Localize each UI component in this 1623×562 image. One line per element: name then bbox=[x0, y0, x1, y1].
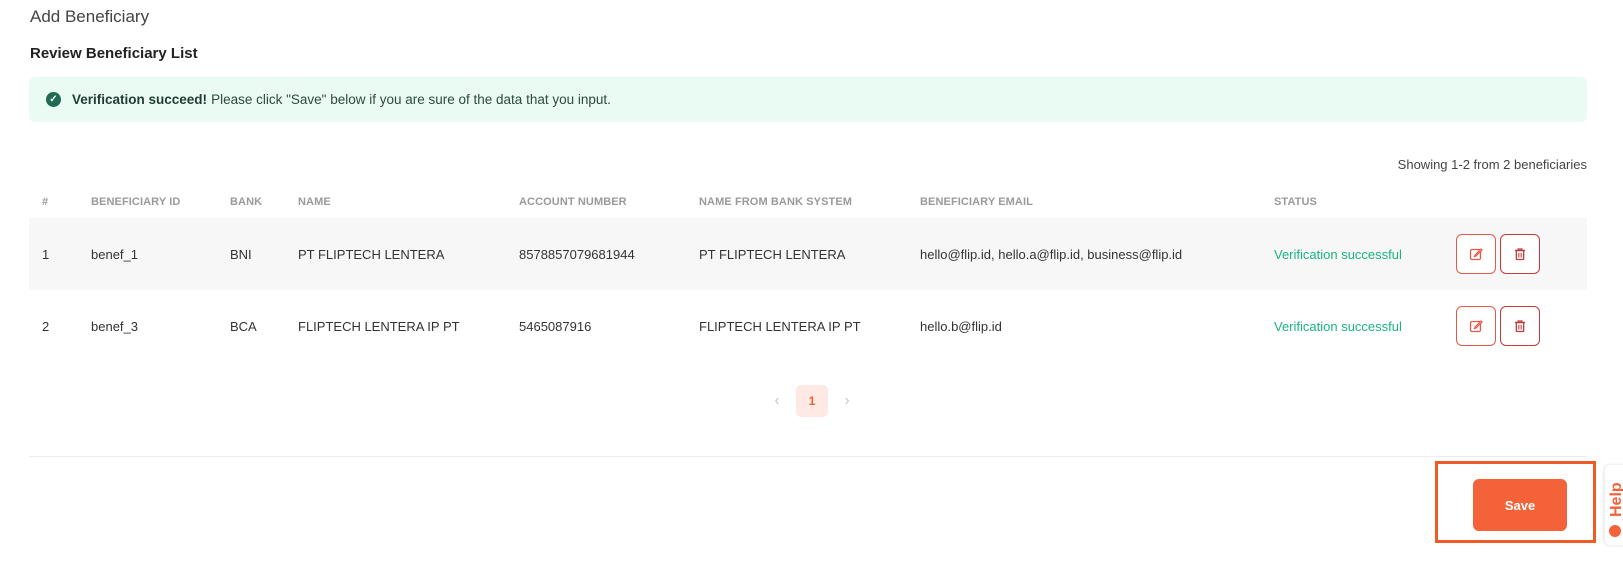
header-bank: BANK bbox=[230, 196, 263, 208]
table-row: 1 benef_1 BNI PT FLIPTECH LENTERA 857885… bbox=[29, 218, 1587, 290]
delete-button[interactable] bbox=[1500, 306, 1540, 346]
row-account-number: 8578857079681944 bbox=[519, 246, 635, 262]
section-title: Review Beneficiary List bbox=[30, 45, 198, 62]
row-name-from-bank: PT FLIPTECH LENTERA bbox=[699, 246, 846, 262]
header-account-number: ACCOUNT NUMBER bbox=[519, 196, 627, 208]
next-page-chevron-right-icon[interactable]: › bbox=[840, 392, 854, 410]
check-circle-icon: ✓ bbox=[46, 92, 61, 107]
prev-page-chevron-left-icon[interactable]: ‹ bbox=[770, 392, 784, 410]
row-email: hello.b@flip.id bbox=[920, 318, 1002, 334]
header-num: # bbox=[42, 196, 49, 208]
beneficiary-table: # BENEFICIARY ID BANK NAME ACCOUNT NUMBE… bbox=[29, 186, 1587, 362]
chat-icon bbox=[1609, 525, 1621, 537]
edit-icon bbox=[1469, 248, 1483, 261]
row-account-number: 5465087916 bbox=[519, 318, 592, 334]
row-name-from-bank: FLIPTECH LENTERA IP PT bbox=[699, 318, 861, 334]
row-status: Verification successful bbox=[1274, 246, 1402, 262]
row-bank: BNI bbox=[230, 246, 252, 262]
page-number-button[interactable]: 1 bbox=[796, 385, 828, 417]
alert-message: Please click "Save" below if you are sur… bbox=[211, 92, 611, 107]
table-header: # BENEFICIARY ID BANK NAME ACCOUNT NUMBE… bbox=[29, 186, 1587, 218]
row-name: FLIPTECH LENTERA IP PT bbox=[298, 318, 460, 334]
edit-icon bbox=[1469, 320, 1483, 333]
delete-button[interactable] bbox=[1500, 234, 1540, 274]
header-email: BENEFICIARY EMAIL bbox=[920, 196, 1033, 208]
row-beneficiary-id: benef_1 bbox=[91, 246, 138, 262]
pagination: ‹ 1 › bbox=[770, 385, 854, 417]
trash-icon bbox=[1515, 248, 1525, 261]
row-email: hello@flip.id, hello.a@flip.id, business… bbox=[920, 246, 1183, 262]
divider bbox=[29, 456, 1587, 457]
row-num: 1 bbox=[42, 246, 50, 262]
help-label: Help bbox=[1608, 482, 1623, 517]
verification-alert: ✓ Verification succeed! Please click "Sa… bbox=[29, 77, 1587, 122]
row-num: 2 bbox=[42, 318, 50, 334]
table-row: 2 benef_3 BCA FLIPTECH LENTERA IP PT 546… bbox=[29, 290, 1587, 362]
header-name: NAME bbox=[298, 196, 331, 208]
row-actions bbox=[1456, 306, 1587, 346]
save-button[interactable]: Save bbox=[1473, 479, 1567, 531]
row-status: Verification successful bbox=[1274, 318, 1402, 334]
header-status: STATUS bbox=[1274, 196, 1317, 208]
row-bank: BCA bbox=[230, 318, 257, 334]
header-name-from-bank: NAME FROM BANK SYSTEM bbox=[699, 196, 853, 208]
header-beneficiary-id: BENEFICIARY ID bbox=[91, 196, 181, 208]
edit-button[interactable] bbox=[1456, 306, 1496, 346]
alert-strong-text: Verification succeed! bbox=[72, 92, 208, 107]
page-title: Add Beneficiary bbox=[30, 7, 150, 26]
help-tab[interactable]: Help bbox=[1605, 465, 1623, 545]
row-beneficiary-id: benef_3 bbox=[91, 318, 138, 334]
showing-count: Showing 1-2 from 2 beneficiaries bbox=[1397, 157, 1587, 172]
trash-icon bbox=[1515, 320, 1525, 333]
row-name: PT FLIPTECH LENTERA bbox=[298, 246, 445, 262]
edit-button[interactable] bbox=[1456, 234, 1496, 274]
row-actions bbox=[1456, 234, 1587, 274]
